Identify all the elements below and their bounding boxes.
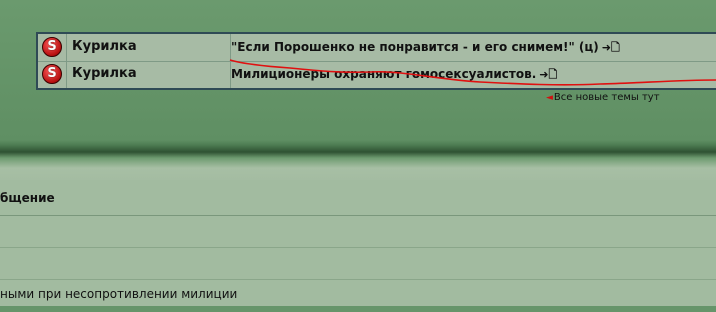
forum-s-icon[interactable]: S (42, 37, 62, 57)
red-arrow-icon: ◄ (546, 93, 553, 103)
section-heading-row: бщение (0, 180, 716, 216)
section-divider (0, 140, 716, 180)
forum-s-icon[interactable]: S (42, 64, 62, 84)
topic-icon-cell: S (38, 34, 67, 61)
all-new-topics-label[interactable]: Все новые темы тут (554, 92, 660, 103)
go-to-new-post-icon[interactable]: ➜🗋 (602, 41, 620, 54)
forum-link[interactable]: Курилка (67, 34, 231, 61)
topic-link[interactable]: "Если Порошенко не понравится - и его сн… (231, 40, 599, 54)
topic-cell: "Если Порошенко не понравится - и его сн… (228, 34, 716, 61)
forum-link[interactable]: Курилка (67, 61, 231, 88)
topic-icon-cell: S (38, 61, 67, 88)
empty-row (0, 248, 716, 280)
topic-link[interactable]: Милиционеры охраняют гомосексуалистов. (231, 67, 536, 81)
message-row: ными при несопротивлении милиции (0, 280, 716, 312)
section-heading: бщение (0, 191, 55, 205)
topic-cell: Милиционеры охраняют гомосексуалистов. ➜🗋 (228, 61, 716, 88)
empty-row (0, 216, 716, 248)
latest-topics-table: S Курилка "Если Порошенко не понравится … (36, 32, 716, 90)
topic-row: S Курилка Милиционеры охраняют гомосексу… (38, 61, 716, 88)
go-to-new-post-icon[interactable]: ➜🗋 (539, 68, 557, 81)
topic-row: S Курилка "Если Порошенко не понравится … (38, 34, 716, 62)
message-snippet: ными при несопротивлении милиции (0, 287, 238, 301)
all-new-topics-link[interactable]: ◄Все новые темы тут (546, 92, 660, 103)
